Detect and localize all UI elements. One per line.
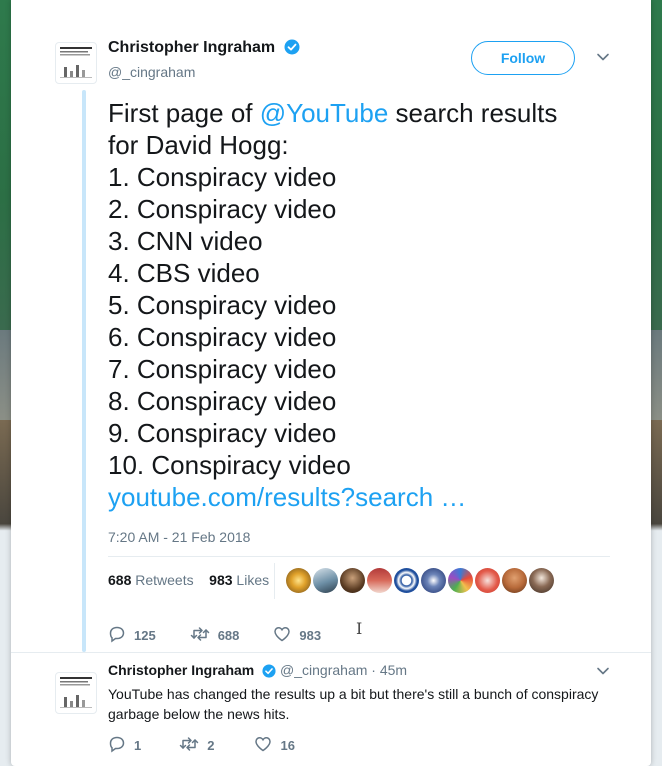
youtube-mention-link[interactable]: @YouTube: [260, 98, 389, 128]
reply-author-name[interactable]: Christopher Ingraham: [108, 662, 254, 678]
like-icon: [254, 735, 272, 756]
reply-icon: [108, 625, 126, 646]
reply-actions: 1 2 16: [108, 735, 335, 756]
retweet-count: 2: [207, 738, 215, 753]
tweet-line: 4. CBS video: [108, 258, 260, 288]
verified-icon: [284, 39, 300, 60]
liker-avatar[interactable]: [394, 568, 419, 593]
reply-text: YouTube has changed the results up a bit…: [108, 686, 599, 722]
chevron-down-icon[interactable]: [596, 50, 610, 69]
thread-line: [82, 90, 86, 652]
divider: [108, 556, 610, 557]
avatar[interactable]: [55, 672, 97, 714]
like-icon: [273, 625, 291, 646]
tweet-line-text: First page of: [108, 98, 260, 128]
likers-avatars: [286, 568, 554, 593]
tweet-text: First page of @YouTube search results fo…: [108, 97, 557, 513]
like-action[interactable]: 16: [254, 735, 295, 756]
avatar[interactable]: [55, 42, 97, 84]
likes-count: 983: [209, 572, 233, 588]
tweet-stats: 688 Retweets 983 Likes: [108, 572, 269, 588]
like-count: 983: [299, 628, 322, 643]
text-cursor-icon: I: [356, 619, 363, 638]
retweets-stat[interactable]: 688 Retweets: [108, 572, 194, 588]
tweet-line: 1. Conspiracy video: [108, 162, 337, 192]
liker-avatar[interactable]: [367, 568, 392, 593]
tweet-line: 8. Conspiracy video: [108, 386, 337, 416]
verified-icon: [262, 664, 276, 681]
reply-author-row: Christopher Ingraham @_cingraham · 45m: [108, 662, 407, 681]
liker-avatar[interactable]: [448, 568, 473, 593]
retweet-icon: [179, 735, 199, 756]
reply-icon: [108, 735, 126, 756]
like-action[interactable]: 983: [273, 625, 321, 646]
like-count: 16: [280, 738, 295, 753]
follow-button[interactable]: Follow: [471, 41, 575, 75]
tweet-line: 9. Conspiracy video: [108, 418, 337, 448]
tweet-line-text: search results: [388, 98, 558, 128]
likes-label: Likes: [236, 572, 270, 588]
liker-avatar[interactable]: [475, 568, 500, 593]
reply-count: 1: [134, 738, 142, 753]
chevron-down-icon[interactable]: [596, 664, 610, 683]
liker-avatar[interactable]: [286, 568, 311, 593]
liker-avatar[interactable]: [313, 568, 338, 593]
author-name[interactable]: Christopher Ingraham: [108, 39, 275, 56]
author-handle[interactable]: @_cingraham: [108, 64, 195, 80]
tweet-timestamp[interactable]: 7:20 AM - 21 Feb 2018: [108, 529, 250, 545]
tweet-line: 5. Conspiracy video: [108, 290, 337, 320]
reply-count: 125: [134, 628, 156, 643]
reply-time[interactable]: 45m: [380, 662, 407, 678]
likes-stat[interactable]: 983 Likes: [209, 572, 269, 588]
retweet-action[interactable]: 2: [179, 735, 214, 756]
liker-avatar[interactable]: [529, 568, 554, 593]
reply-separator: ·: [367, 662, 380, 678]
tweet-line: 7. Conspiracy video: [108, 354, 337, 384]
liker-avatar[interactable]: [502, 568, 527, 593]
tweet-card: Christopher Ingraham @_cingraham Follow …: [11, 0, 651, 766]
reply-action[interactable]: 1: [108, 735, 141, 756]
liker-avatar[interactable]: [340, 568, 365, 593]
reply-handle[interactable]: @_cingraham: [280, 662, 367, 678]
tweet-line: 6. Conspiracy video: [108, 322, 337, 352]
tweet-line: 3. CNN video: [108, 226, 263, 256]
reply-action[interactable]: 125: [108, 625, 156, 646]
divider: [11, 652, 651, 653]
retweets-label: Retweets: [135, 572, 194, 588]
author-row: Christopher Ingraham: [108, 39, 300, 60]
stats-separator: [274, 563, 275, 599]
tweet-line: for David Hogg:: [108, 130, 289, 160]
liker-avatar[interactable]: [421, 568, 446, 593]
retweet-action[interactable]: 688: [190, 625, 240, 646]
tweet-link[interactable]: youtube.com/results?search …: [108, 481, 557, 513]
tweet-line: 2. Conspiracy video: [108, 194, 337, 224]
tweet-actions: 125 688 983: [108, 625, 361, 646]
tweet-line: First page of @YouTube search results: [108, 97, 557, 129]
retweets-count: 688: [108, 572, 132, 588]
tweet-line: 10. Conspiracy video: [108, 450, 351, 480]
retweet-count: 688: [217, 628, 240, 643]
retweet-icon: [190, 625, 210, 646]
